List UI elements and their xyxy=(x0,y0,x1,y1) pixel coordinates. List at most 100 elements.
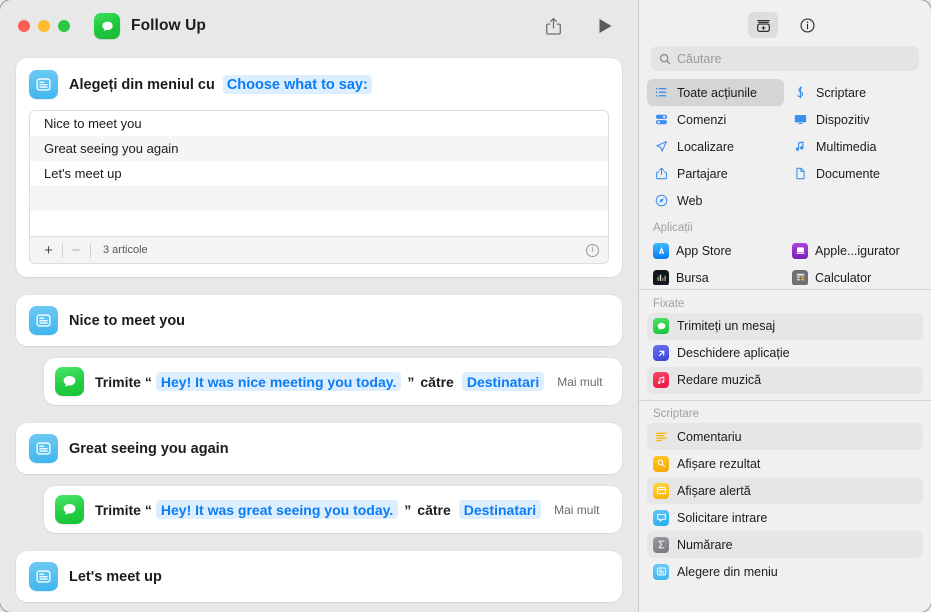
menu-prompt-token[interactable]: Choose what to say: xyxy=(222,75,372,94)
category-label: Multimedia xyxy=(816,139,877,154)
library-scroll-area[interactable]: Toate acțiunile Scriptare Comenzi Dispoz… xyxy=(639,71,931,612)
open-quote: “ xyxy=(144,501,152,518)
library-action-label: Afișare alertă xyxy=(677,483,751,498)
app-label: Calculator xyxy=(815,270,872,285)
calculator-icon xyxy=(792,269,808,285)
action-card-send-message[interactable]: Trimite “ Hey! It was nice meeting you t… xyxy=(44,358,622,405)
library-app-calculator[interactable]: Calculator xyxy=(786,264,923,285)
category-web[interactable]: Web xyxy=(647,187,784,214)
action-card-send-message[interactable]: Trimite “ Hey! It was great seeing you t… xyxy=(44,486,622,533)
category-localizare[interactable]: Localizare xyxy=(647,133,784,160)
add-item-button[interactable]: + xyxy=(41,243,56,258)
menu-branch-card[interactable]: Nice to meet you xyxy=(16,295,622,346)
library-action-label: Alegere din meniu xyxy=(677,564,778,579)
run-workflow-button[interactable] xyxy=(590,12,620,40)
library-action-deschidere-aplicatie[interactable]: Deschidere aplicație xyxy=(647,340,923,367)
library-action-afisare-rezultat[interactable]: Afișare rezultat xyxy=(647,450,923,477)
menu-item-row-empty[interactable] xyxy=(30,186,608,211)
menu-items-table[interactable]: Nice to meet you Great seeing you again … xyxy=(29,110,609,264)
remove-item-button[interactable]: − xyxy=(69,243,84,258)
library-action-trimiteti-un-mesaj[interactable]: Trimiteți un mesaj xyxy=(647,312,923,340)
search-box[interactable] xyxy=(651,46,919,71)
library-app-app-store[interactable]: App Store xyxy=(647,237,784,264)
library-action-label: Redare muzică xyxy=(677,373,762,387)
library-search[interactable] xyxy=(639,46,931,71)
share-icon[interactable] xyxy=(538,12,568,40)
branch-body: Trimite “ Hey! It was nice meeting you t… xyxy=(16,358,622,405)
traffic-light-buttons[interactable] xyxy=(18,20,70,32)
footer-divider xyxy=(62,242,63,258)
show-result-icon xyxy=(653,455,669,472)
app-label: App Store xyxy=(676,243,732,258)
message-token[interactable]: Hey! It was nice meeting you today. xyxy=(155,372,402,391)
menu-branch-card[interactable]: Great seeing you again xyxy=(16,423,622,474)
close-button[interactable] xyxy=(18,20,30,32)
titlebar: Follow Up xyxy=(0,0,638,52)
library-action-solicitare-intrare[interactable]: Solicitare intrare xyxy=(647,504,923,531)
recipients-token[interactable]: Destinatari xyxy=(458,500,542,519)
choose-from-menu-icon xyxy=(29,434,58,463)
messages-icon xyxy=(55,495,84,524)
action-card-choose-from-menu[interactable]: Alegeți din meniul cu Choose what to say… xyxy=(16,58,622,277)
menu-item-row-empty[interactable] xyxy=(30,211,608,236)
menu-item-row[interactable]: Let's meet up xyxy=(30,161,608,186)
choose-from-menu-icon xyxy=(29,70,58,99)
category-toate-actiunile[interactable]: Toate acțiunile xyxy=(647,79,784,106)
message-token[interactable]: Hey! It was great seeing you today. xyxy=(155,500,399,519)
workflow-action-list[interactable]: Alegeți din meniul cu Choose what to say… xyxy=(0,52,638,612)
category-label: Toate acțiunile xyxy=(677,85,757,100)
music-icon xyxy=(653,372,669,388)
category-grid[interactable]: Toate acțiunile Scriptare Comenzi Dispoz… xyxy=(647,79,923,214)
show-more-button[interactable]: Mai mult xyxy=(557,375,602,389)
shortcuts-window: Follow Up Alegeți din meniul cu Choose w… xyxy=(0,0,931,612)
info-circle-icon[interactable] xyxy=(792,12,822,38)
menu-items-footer: + − 3 articole i xyxy=(30,236,608,263)
library-action-redare-muzica[interactable]: Redare muzică xyxy=(647,366,923,394)
verb-label: Trimite xyxy=(95,501,141,518)
app-store-icon xyxy=(653,242,669,259)
stocks-icon xyxy=(653,269,669,285)
choose-from-menu-icon xyxy=(29,562,58,591)
info-icon[interactable]: i xyxy=(586,243,599,257)
recipients-token[interactable]: Destinatari xyxy=(461,372,545,391)
zoom-button[interactable] xyxy=(58,20,70,32)
library-action-alegere-din-meniu[interactable]: Alegere din meniu xyxy=(647,558,923,585)
menu-branch-card[interactable]: Let's meet up xyxy=(16,551,622,602)
category-label: Localizare xyxy=(677,139,734,154)
apple-configurator-icon xyxy=(792,242,808,259)
messages-icon xyxy=(55,367,84,396)
menu-item-label: Let's meet up xyxy=(44,166,122,181)
minimize-button[interactable] xyxy=(38,20,50,32)
category-documente[interactable]: Documente xyxy=(786,160,923,187)
open-quote: “ xyxy=(144,373,152,390)
action-header: Alegeți din meniul cu Choose what to say… xyxy=(29,70,609,99)
library-app-bursa[interactable]: Bursa xyxy=(647,264,784,285)
action-library-icon[interactable] xyxy=(748,12,778,38)
category-dispozitiv[interactable]: Dispozitiv xyxy=(786,106,923,133)
display-icon xyxy=(792,113,809,126)
document-icon xyxy=(792,167,809,180)
category-multimedia[interactable]: Multimedia xyxy=(786,133,923,160)
category-comenzi[interactable]: Comenzi xyxy=(647,106,784,133)
comment-icon xyxy=(653,429,669,445)
send-message-text: Trimite “ Hey! It was great seeing you t… xyxy=(95,500,599,519)
menu-item-row[interactable]: Nice to meet you xyxy=(30,111,608,136)
apps-grid[interactable]: App Store Apple...igurator Bursa Calcula… xyxy=(647,237,923,285)
category-partajare[interactable]: Partajare xyxy=(647,160,784,187)
category-scriptare[interactable]: Scriptare xyxy=(786,79,923,106)
menu-item-row[interactable]: Great seeing you again xyxy=(30,136,608,161)
branch-label: Let's meet up xyxy=(69,568,162,585)
preposition-label: către xyxy=(417,501,451,518)
library-action-numarare[interactable]: Numărare xyxy=(647,531,923,558)
search-input[interactable] xyxy=(677,51,911,66)
apps-section[interactable]: App Store Apple...igurator Bursa Calcula… xyxy=(639,237,931,285)
branch-label: Nice to meet you xyxy=(69,312,186,329)
library-action-label: Afișare rezultat xyxy=(677,456,761,471)
ask-for-input-icon xyxy=(653,509,669,526)
scripting-icon xyxy=(792,86,809,99)
show-more-button[interactable]: Mai mult xyxy=(554,503,599,517)
library-action-comentariu[interactable]: Comentariu xyxy=(647,423,923,450)
category-label: Documente xyxy=(816,166,880,181)
library-action-afisare-alerta[interactable]: Afișare alertă xyxy=(647,477,923,504)
library-app-apple-configurator[interactable]: Apple...igurator xyxy=(786,237,923,264)
